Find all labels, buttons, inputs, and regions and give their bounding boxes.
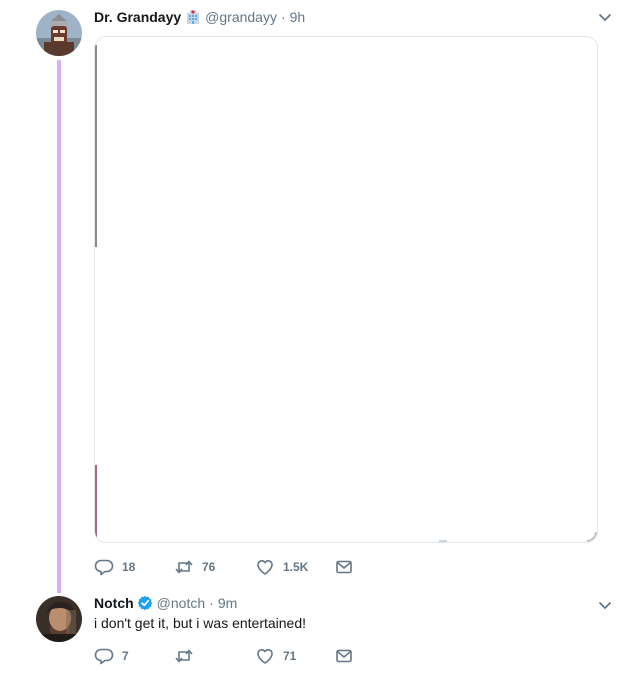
tweet-text: i don't get it, but i was entertained!	[94, 615, 307, 631]
separator: ·	[280, 9, 286, 25]
chevron-down-icon[interactable]	[598, 10, 612, 24]
retweet-button[interactable]: 76	[174, 557, 215, 577]
direct-message-button[interactable]	[334, 557, 362, 577]
retweet-count: 76	[202, 560, 216, 574]
media-corner	[587, 532, 597, 542]
chevron-down-icon[interactable]	[598, 598, 612, 612]
handle[interactable]: @notch	[157, 595, 205, 611]
media-indicator	[439, 540, 447, 542]
media-card[interactable]	[94, 36, 598, 543]
like-count: 1.5K	[283, 560, 309, 574]
like-count: 71	[283, 649, 297, 663]
media-edge	[95, 45, 97, 247]
reply-count: 7	[122, 649, 129, 663]
tweet-header-grandayy: Dr. Grandayy @grandayy · 9h	[94, 7, 305, 27]
heart-icon	[255, 646, 283, 666]
envelope-icon	[334, 557, 362, 577]
timestamp[interactable]: 9m	[218, 595, 237, 611]
avatar-notch[interactable]	[36, 596, 82, 642]
separator: ·	[209, 595, 214, 611]
hospital-emoji-icon	[185, 9, 201, 25]
action-bar: 7 71	[94, 646, 394, 666]
display-name[interactable]: Dr. Grandayy	[94, 9, 181, 25]
direct-message-button[interactable]	[334, 646, 362, 666]
like-button[interactable]: 71	[255, 646, 296, 666]
retweet-button[interactable]	[174, 646, 202, 666]
reply-button[interactable]: 7	[94, 646, 129, 666]
reply-count: 18	[122, 560, 136, 574]
verified-badge-icon	[137, 595, 153, 611]
display-name[interactable]: Notch	[94, 595, 134, 611]
retweet-icon	[174, 557, 202, 577]
thread-line	[57, 60, 61, 593]
timestamp[interactable]: 9h	[290, 9, 306, 25]
retweet-icon	[174, 646, 202, 666]
reply-button[interactable]: 18	[94, 557, 135, 577]
action-bar: 18 76 1.5K	[94, 557, 394, 577]
like-button[interactable]: 1.5K	[255, 557, 308, 577]
tweet-header-notch: Notch @notch · 9m	[94, 593, 237, 613]
media-edge	[95, 465, 97, 542]
envelope-icon	[334, 646, 362, 666]
reply-icon	[94, 557, 122, 577]
avatar-grandayy[interactable]	[36, 10, 82, 56]
heart-icon	[255, 557, 283, 577]
handle[interactable]: @grandayy	[205, 9, 277, 25]
reply-icon	[94, 646, 122, 666]
